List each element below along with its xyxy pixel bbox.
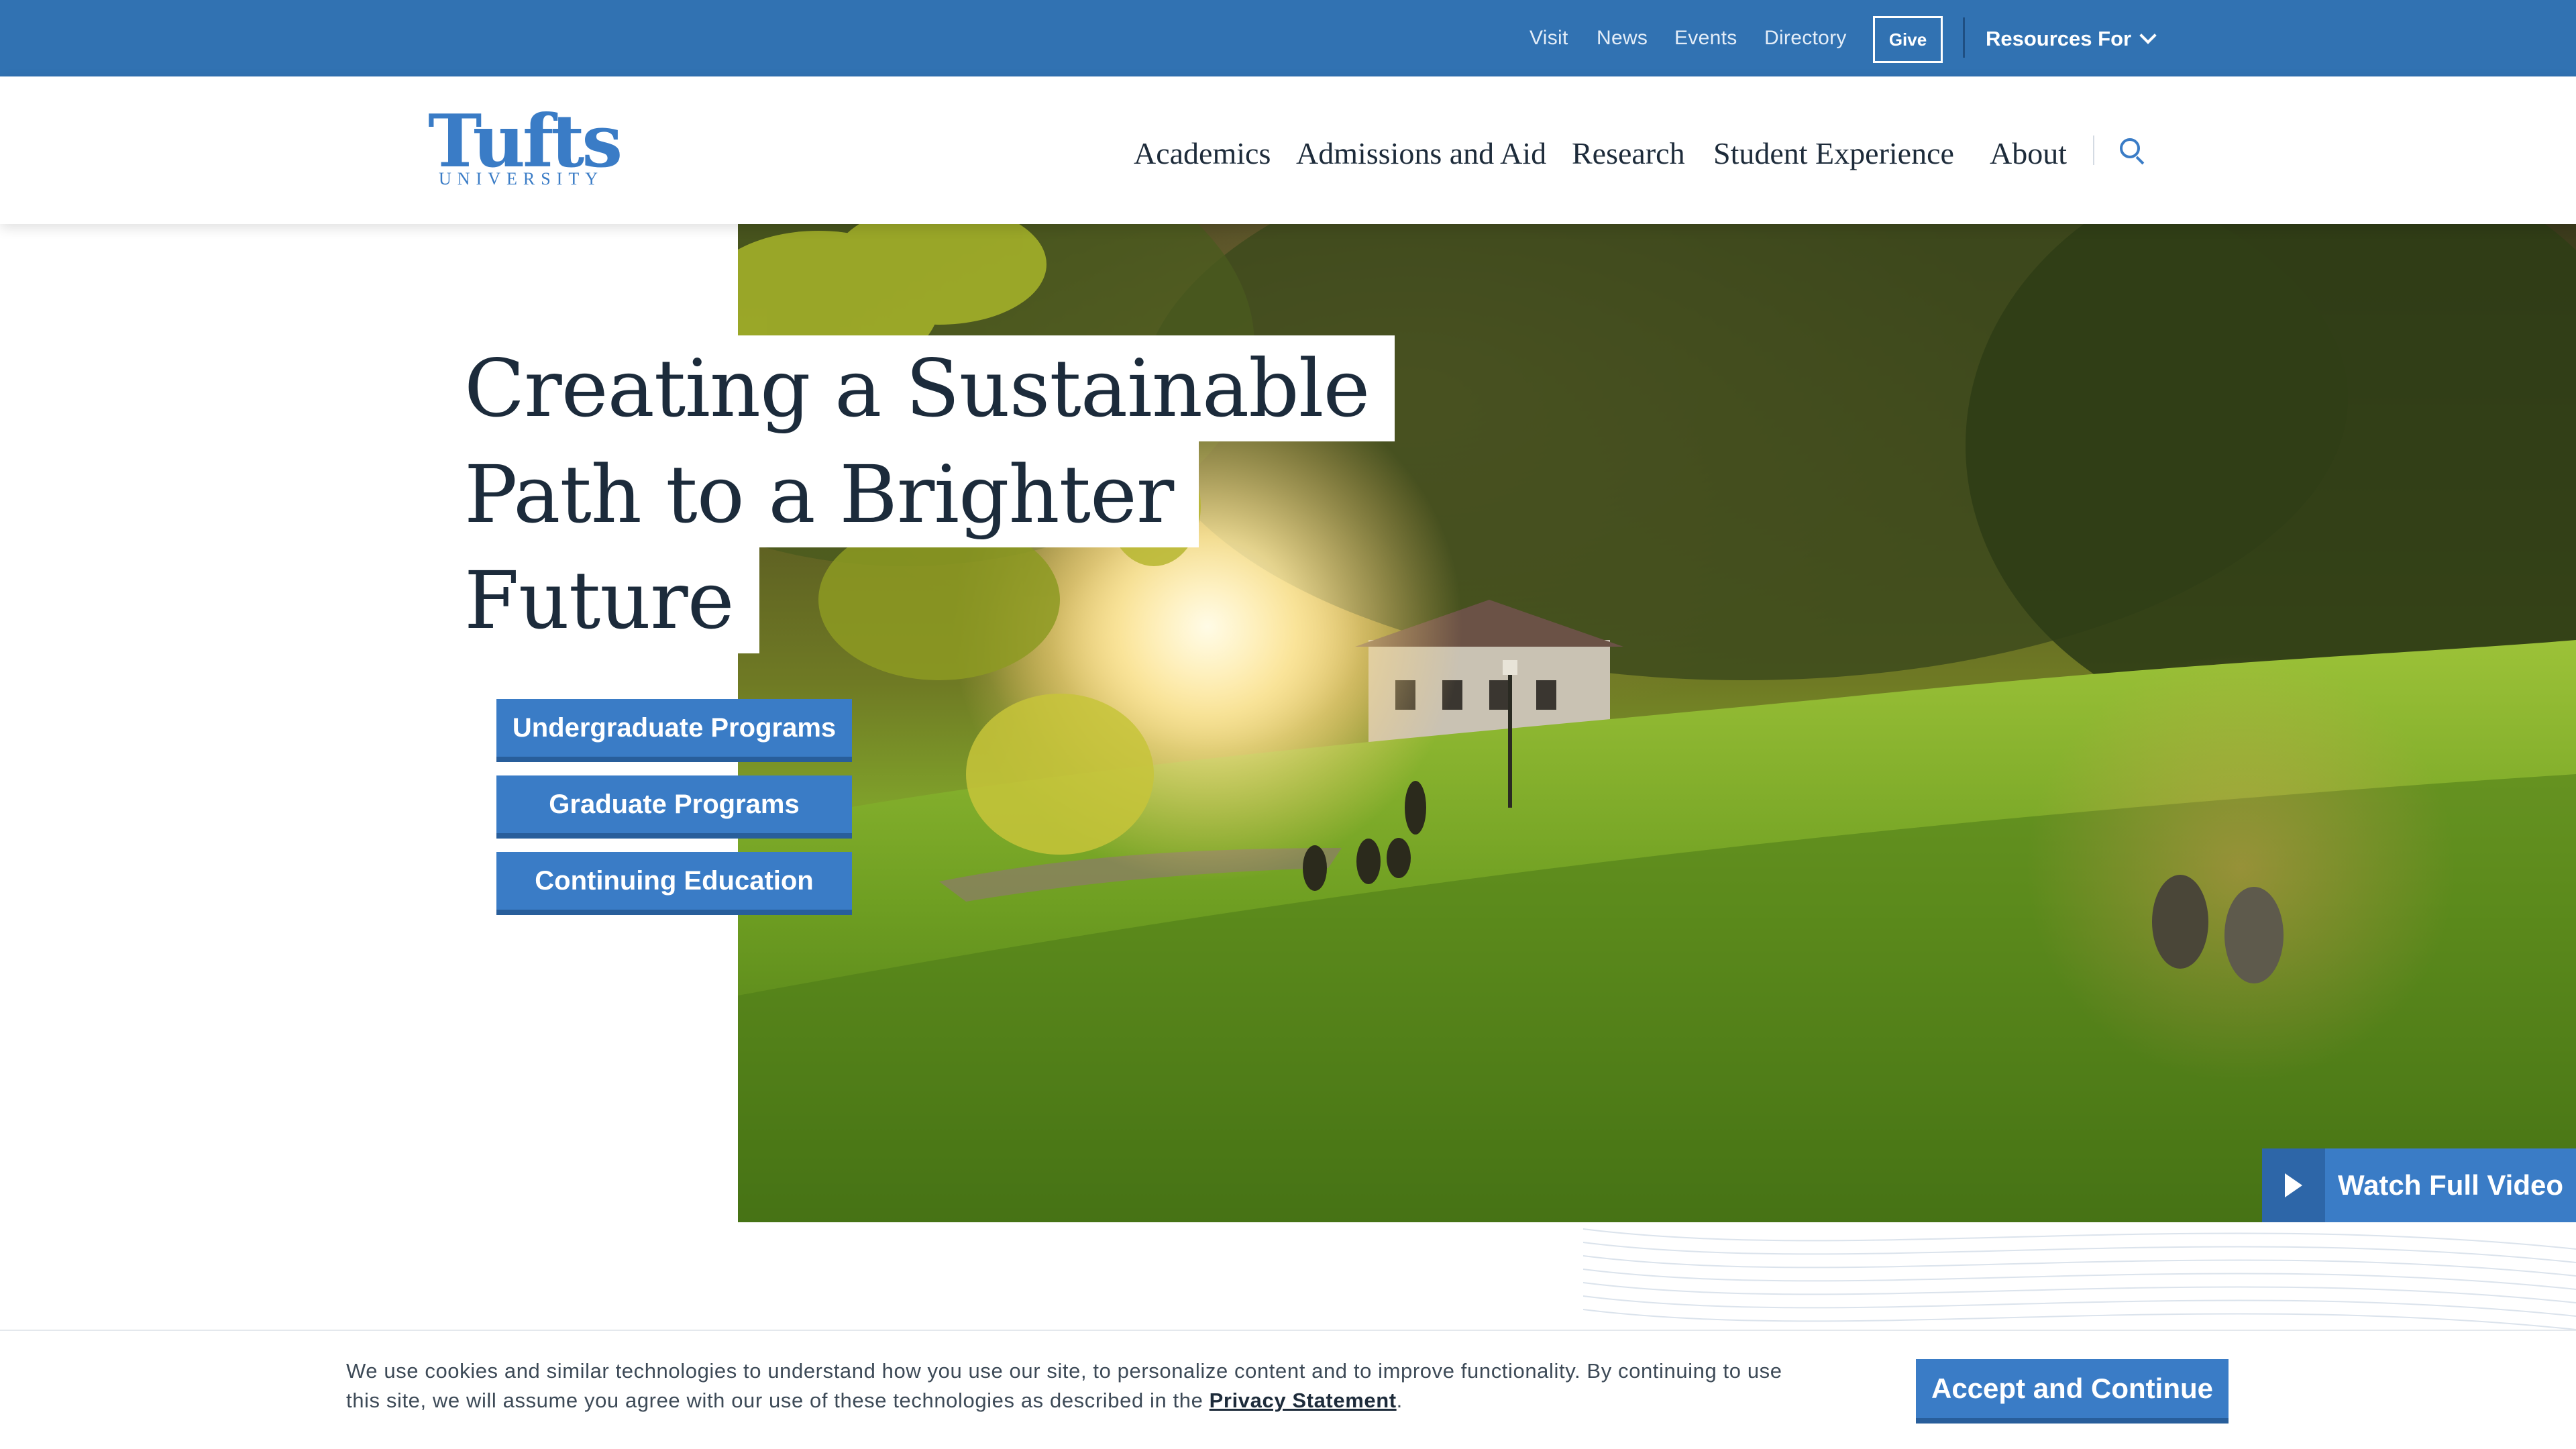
main-header: Tufts UNIVERSITY Academics Admissions an… bbox=[0, 76, 2576, 224]
privacy-statement-link[interactable]: Privacy Statement bbox=[1210, 1389, 1397, 1412]
play-icon bbox=[2262, 1148, 2325, 1222]
hero-headline-line-1: Creating a Sustainable bbox=[451, 335, 1395, 441]
cookie-text: We use cookies and similar technologies … bbox=[346, 1359, 1782, 1412]
nav-item-student-experience[interactable]: Student Experience bbox=[1713, 136, 1954, 171]
nav-item-academics[interactable]: Academics bbox=[1134, 136, 1271, 171]
nav-item-about[interactable]: About bbox=[1990, 136, 2067, 171]
cookie-banner: We use cookies and similar technologies … bbox=[0, 1330, 2576, 1449]
graduate-programs-button[interactable]: Graduate Programs bbox=[496, 775, 852, 839]
cookie-suffix: . bbox=[1396, 1389, 1403, 1412]
undergraduate-programs-button[interactable]: Undergraduate Programs bbox=[496, 699, 852, 762]
nav-item-research[interactable]: Research bbox=[1572, 136, 1685, 171]
nav-item-admissions-and-aid[interactable]: Admissions and Aid bbox=[1296, 136, 1546, 171]
cookie-message: We use cookies and similar technologies … bbox=[346, 1356, 1809, 1415]
utility-link-events[interactable]: Events bbox=[1674, 27, 1737, 50]
continuing-education-button[interactable]: Continuing Education bbox=[496, 852, 852, 915]
resources-for-dropdown[interactable]: Resources For bbox=[1986, 25, 2157, 52]
utility-link-news[interactable]: News bbox=[1597, 27, 1648, 50]
chevron-down-icon bbox=[2139, 27, 2157, 44]
nav-divider bbox=[2093, 136, 2094, 165]
utility-link-visit[interactable]: Visit bbox=[1529, 27, 1568, 50]
accept-and-continue-button[interactable]: Accept and Continue bbox=[1916, 1359, 2229, 1424]
resources-for-label: Resources For bbox=[1986, 27, 2132, 50]
program-buttons: Undergraduate Programs Graduate Programs… bbox=[496, 699, 852, 928]
utility-divider bbox=[1963, 17, 1965, 58]
search-icon[interactable] bbox=[2118, 137, 2148, 166]
watch-full-video-button[interactable]: Watch Full Video bbox=[2262, 1148, 2576, 1222]
hero-headline-line-3: Future bbox=[451, 547, 759, 653]
decorative-wave-pattern bbox=[1583, 1228, 2576, 1330]
main-nav: Academics Admissions and Aid Research St… bbox=[0, 136, 2576, 176]
utility-bar: Visit News Events Directory Give Resourc… bbox=[0, 0, 2576, 76]
give-button[interactable]: Give bbox=[1873, 16, 1943, 63]
hero-headline: Creating a Sustainable Path to a Brighte… bbox=[451, 335, 1395, 653]
watch-full-video-label: Watch Full Video bbox=[2325, 1148, 2576, 1222]
utility-link-directory[interactable]: Directory bbox=[1764, 27, 1847, 50]
hero-headline-line-2: Path to a Brighter bbox=[451, 441, 1199, 547]
